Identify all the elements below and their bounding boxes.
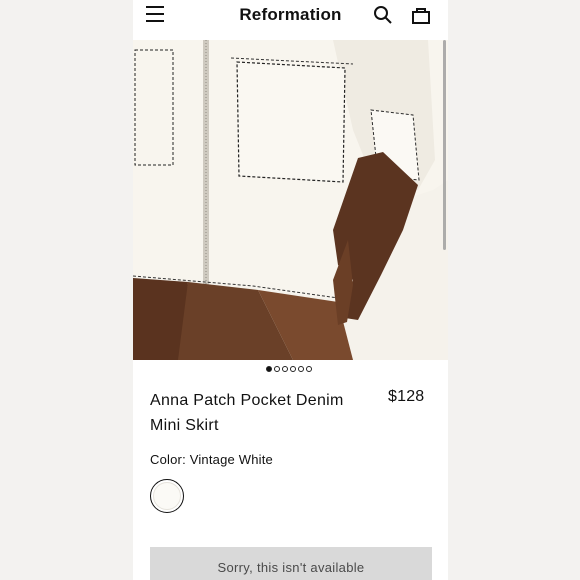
bag-icon[interactable] <box>411 5 431 25</box>
gallery-dot[interactable] <box>266 366 272 372</box>
brand-logo[interactable]: Reformation <box>133 5 448 25</box>
product-image[interactable] <box>133 40 448 360</box>
gallery-dot[interactable] <box>274 366 280 372</box>
color-label: Color: Vintage White <box>150 452 273 467</box>
gallery-dot[interactable] <box>282 366 288 372</box>
header-bar: Reformation <box>133 0 448 40</box>
product-page: Reformation Anna Patch Pocket Denim Mini… <box>133 0 448 580</box>
color-swatch-vintage-white[interactable] <box>150 479 184 513</box>
gallery-dot[interactable] <box>290 366 296 372</box>
product-title: Anna Patch Pocket Denim Mini Skirt <box>150 392 344 434</box>
product-price: $128 <box>388 388 425 405</box>
gallery-dot[interactable] <box>298 366 304 372</box>
gallery-dot[interactable] <box>306 366 312 372</box>
scrollbar[interactable] <box>443 40 446 250</box>
unavailable-button[interactable]: Sorry, this isn't available <box>150 547 432 580</box>
search-icon[interactable] <box>373 5 393 25</box>
gallery-pagination <box>266 366 312 376</box>
